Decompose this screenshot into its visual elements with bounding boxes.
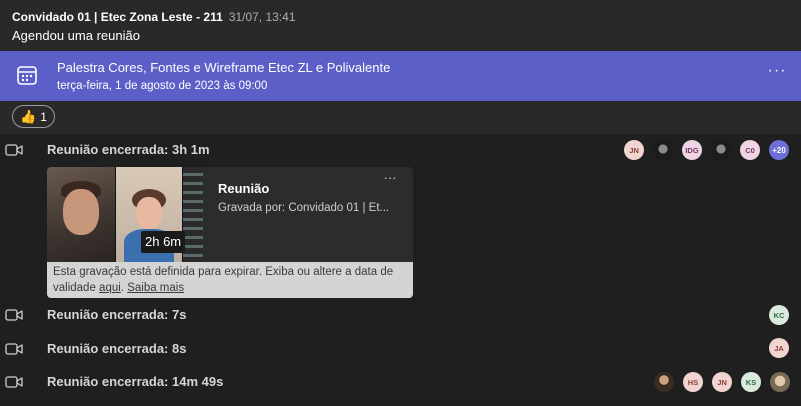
avatar[interactable]: IDG (682, 140, 702, 160)
recording-thumbnail[interactable]: 2h 6m (47, 167, 203, 262)
author-name[interactable]: Convidado 01 | Etec Zona Leste - 211 (12, 10, 223, 24)
avatar[interactable]: JN (624, 140, 644, 160)
calendar-icon (17, 66, 37, 85)
meeting-ended-label: Reunião encerrada: 3h 1m (47, 142, 210, 157)
reaction-like[interactable]: 👍 1 (12, 105, 55, 128)
video-camera-icon (5, 144, 23, 156)
recording-card[interactable]: 2h 6m Reunião Gravada por: Convidado 01 … (47, 167, 413, 298)
avatar[interactable] (653, 140, 673, 160)
video-tile (47, 167, 115, 262)
more-options-icon[interactable]: ··· (380, 171, 400, 189)
avatar[interactable]: KS (741, 372, 761, 392)
recorded-by: Gravada por: Convidado 01 | Et... (218, 202, 390, 214)
more-options-icon[interactable]: ··· (766, 63, 788, 85)
change-expiration-link[interactable]: aqui (99, 282, 121, 294)
message-text: Agendou uma reunião (12, 28, 140, 43)
avatar[interactable] (654, 372, 674, 392)
meeting-ended-label: Reunião encerrada: 14m 49s (47, 374, 224, 389)
video-camera-icon (5, 376, 23, 388)
avatar[interactable] (770, 372, 790, 392)
thumbs-up-icon: 👍 (20, 108, 37, 124)
meeting-ended-label: Reunião encerrada: 7s (47, 307, 187, 322)
video-camera-icon (5, 343, 23, 355)
separator: . (120, 282, 124, 294)
message-header: Convidado 01 | Etec Zona Leste - 211 31/0… (12, 10, 296, 24)
avatar[interactable] (711, 140, 731, 160)
meeting-ended-label: Reunião encerrada: 8s (47, 341, 187, 356)
avatar[interactable]: KC (769, 305, 789, 325)
scheduled-message: Convidado 01 | Etec Zona Leste - 211 31/0… (0, 0, 801, 134)
avatar[interactable]: JA (769, 338, 789, 358)
avatar[interactable]: HS (683, 372, 703, 392)
video-camera-icon (5, 309, 23, 321)
message-time: 31/07, 13:41 (228, 10, 296, 24)
expiration-notice: Esta gravação está definida para expirar… (47, 262, 413, 298)
avatar[interactable]: C0 (740, 140, 760, 160)
avatar[interactable]: JN (712, 372, 732, 392)
learn-more-link[interactable]: Saiba mais (127, 282, 184, 294)
meeting-title: Palestra Cores, Fontes e Wireframe Etec … (57, 60, 391, 75)
meeting-card[interactable]: Palestra Cores, Fontes e Wireframe Etec … (0, 51, 801, 101)
recording-title: Reunião (218, 181, 270, 196)
recording-duration: 2h 6m (141, 231, 186, 253)
reaction-count: 1 (40, 109, 47, 124)
meeting-date: terça-feira, 1 de agosto de 2023 às 09:0… (57, 80, 268, 92)
more-participants-badge[interactable]: +20 (769, 140, 789, 160)
participant-strip (183, 167, 203, 262)
